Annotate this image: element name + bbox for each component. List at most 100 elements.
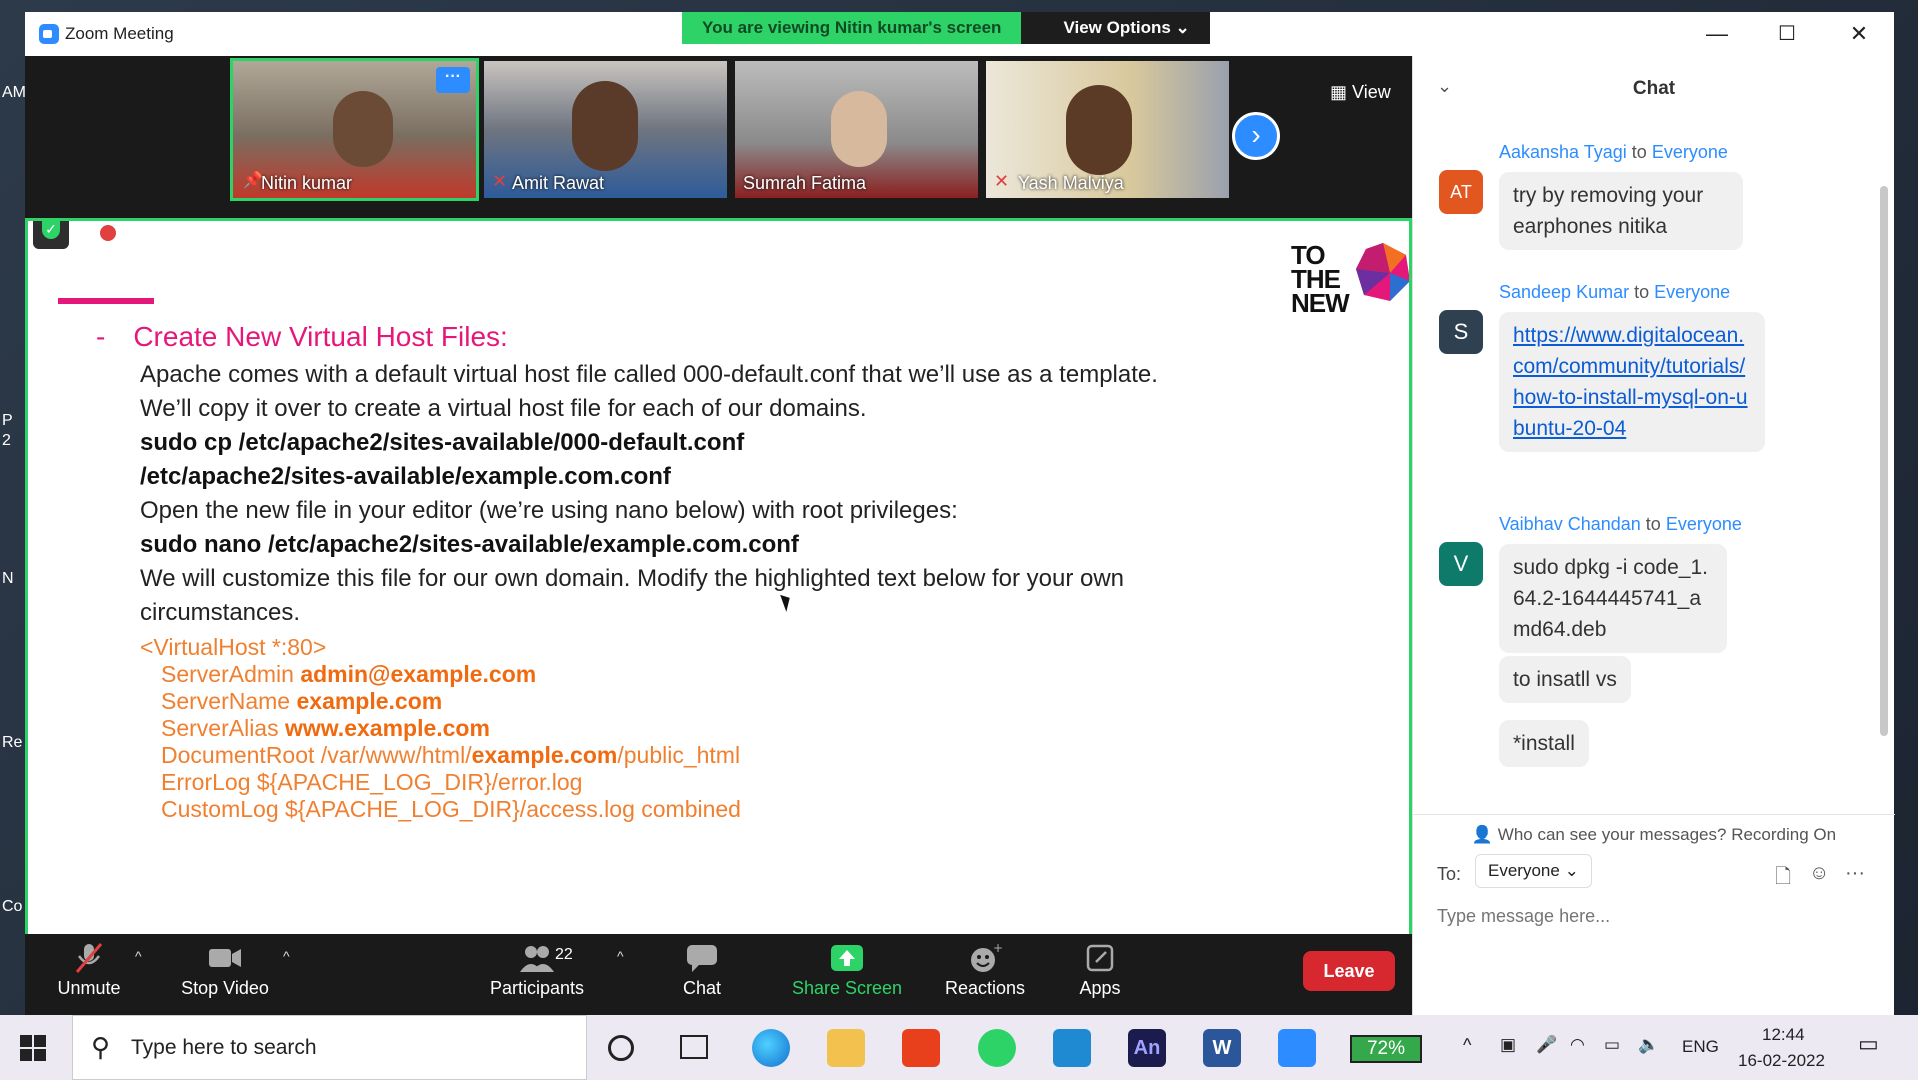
code-line: ServerName example.com	[161, 688, 442, 715]
participant-figure	[1066, 85, 1132, 175]
reactions-button[interactable]: + Reactions	[930, 934, 1040, 1015]
view-options-button[interactable]: View Options ⌄	[1021, 12, 1210, 44]
minimize-button[interactable]: —	[1695, 20, 1739, 48]
language-indicator[interactable]: ENG	[1682, 1037, 1719, 1057]
battery-icon[interactable]: ▭	[1604, 1035, 1620, 1055]
who-can-see-notice[interactable]: 👤 Who can see your messages? Recording O…	[1413, 814, 1895, 845]
chat-message-input[interactable]	[1437, 898, 1877, 934]
video-tile-yash[interactable]: Yash Malviya ✕	[986, 61, 1229, 198]
chat-header: ⌄ Chat	[1413, 56, 1895, 116]
stop-video-button[interactable]: Stop Video	[175, 934, 275, 1015]
task-view-icon[interactable]	[680, 1035, 708, 1059]
leave-button[interactable]: Leave	[1303, 951, 1395, 991]
close-button[interactable]: ✕	[1837, 20, 1881, 48]
audio-options-caret[interactable]: ^	[135, 948, 142, 964]
windows-taskbar: ⚲ Type here to search An W 72% ^ ▣ 🎤 ◠ ▭…	[0, 1015, 1918, 1080]
participants-button[interactable]: Participants	[485, 934, 589, 1015]
muted-microphone-icon	[75, 943, 103, 973]
message-header: Aakansha Tyagi to Everyone	[1499, 142, 1728, 163]
video-options-caret[interactable]: ^	[283, 948, 290, 964]
taskbar-search[interactable]: ⚲ Type here to search	[72, 1015, 587, 1080]
share-screen-button[interactable]: Share Screen	[787, 934, 907, 1015]
cortana-icon[interactable]	[608, 1035, 634, 1061]
message-sender[interactable]: Vaibhav Chandan	[1499, 514, 1641, 534]
view-button[interactable]: ▦ View	[1330, 82, 1391, 103]
tile-name: Nitin kumar	[261, 173, 353, 193]
logo-gem-icon	[1356, 243, 1409, 301]
show-hidden-icons-icon[interactable]: ^	[1463, 1035, 1471, 1056]
clock-date[interactable]: 16-02-2022	[1738, 1051, 1825, 1071]
video-tile-nitin[interactable]: ··· Nitin kumar 📌	[230, 58, 479, 201]
tile-name: Amit Rawat	[512, 173, 605, 193]
chevron-down-icon: ⌄	[1564, 861, 1579, 880]
reactions-label: Reactions	[944, 978, 1026, 998]
more-icon[interactable]: ···	[1845, 862, 1865, 885]
people-icon: 👤	[1471, 825, 1498, 844]
message-recipient: Everyone	[1665, 514, 1742, 534]
muted-mic-icon: ✕	[994, 171, 1010, 191]
code-line: DocumentRoot /var/www/html/example.com/p…	[161, 742, 740, 769]
office-icon[interactable]	[902, 1029, 940, 1067]
whatsapp-icon[interactable]	[978, 1029, 1016, 1067]
apps-button[interactable]: Apps	[1060, 934, 1140, 1015]
video-tile-sumrah[interactable]: Sumrah Fatima	[735, 61, 978, 198]
heading-text: Create New Virtual Host Files:	[133, 321, 508, 352]
more-options-icon[interactable]: ···	[436, 67, 470, 93]
chat-button[interactable]: Chat	[662, 934, 742, 1015]
message-sender[interactable]: Aakansha Tyagi	[1499, 142, 1627, 162]
notification-icon[interactable]: ▭	[1858, 1031, 1879, 1057]
desktop-label: AM	[2, 84, 26, 101]
slide-text-line: Open the new file in your editor (we’re …	[140, 497, 958, 524]
apps-label: Apps	[1079, 978, 1121, 998]
message-sender[interactable]: Sandeep Kumar	[1499, 282, 1629, 302]
next-page-arrow-icon[interactable]: ›	[1232, 112, 1280, 160]
zoom-taskbar-icon[interactable]	[1278, 1029, 1316, 1067]
microphone-icon[interactable]: 🎤	[1536, 1035, 1557, 1055]
message-bubble: to insatll vs	[1499, 656, 1631, 703]
desktop-label: Co	[2, 898, 23, 915]
participant-figure	[831, 91, 887, 167]
volume-icon[interactable]: 🔈	[1638, 1035, 1659, 1055]
meet-now-icon[interactable]: ▣	[1500, 1035, 1516, 1055]
file-explorer-icon[interactable]	[827, 1029, 865, 1067]
video-tile-amit[interactable]: Amit Rawat ✕	[484, 61, 727, 198]
participants-caret[interactable]: ^	[617, 948, 624, 964]
message-recipient: Everyone	[1654, 282, 1731, 302]
view-label: View	[1352, 82, 1391, 102]
zoom-logo-icon	[39, 24, 59, 44]
animate-icon[interactable]: An	[1128, 1029, 1166, 1067]
unmute-button[interactable]: Unmute	[49, 934, 129, 1015]
code-key: DocumentRoot /var/www/html/	[161, 742, 472, 768]
message-bubble: sudo dpkg -i code_1.64.2-1644445741_amd6…	[1499, 544, 1727, 653]
zoom-window: Zoom Meeting — ☐ ✕ You are viewing Nitin…	[25, 12, 1895, 1015]
video-camera-icon	[209, 949, 241, 967]
search-icon: ⚲	[91, 1032, 111, 1062]
chat-scrollbar[interactable]	[1880, 186, 1888, 736]
emoji-icon[interactable]: ☺	[1809, 862, 1829, 885]
file-icon[interactable]: 🗋	[1775, 862, 1791, 896]
unmute-label: Unmute	[57, 978, 121, 998]
code-value: example.com	[471, 742, 618, 768]
word-icon[interactable]: W	[1203, 1029, 1241, 1067]
edge-browser-icon[interactable]	[752, 1029, 790, 1067]
vscode-icon[interactable]	[1053, 1029, 1091, 1067]
wifi-icon[interactable]: ◠	[1570, 1035, 1585, 1055]
security-shield-icon[interactable]	[33, 221, 69, 249]
slide-text-line: circumstances.	[140, 599, 301, 626]
clock-time[interactable]: 12:44	[1762, 1025, 1805, 1045]
chat-label: Chat	[682, 978, 722, 998]
svg-text:+: +	[993, 942, 1003, 955]
slide-text-line: We’ll copy it over to create a virtual h…	[140, 395, 867, 422]
slide-heading: - Create New Virtual Host Files:	[96, 321, 508, 353]
recipient-dropdown[interactable]: Everyone ⌄	[1475, 854, 1592, 888]
windows-start-icon[interactable]	[20, 1035, 46, 1061]
participants-label: Participants	[489, 978, 585, 998]
battery-indicator[interactable]: 72%	[1350, 1035, 1422, 1063]
code-value: www.example.com	[284, 715, 490, 741]
slide-text-line: Apache comes with a default virtual host…	[140, 361, 1158, 388]
shared-screen: TO THE NEW -Create New Virtual Host File…	[25, 218, 1412, 940]
message-link[interactable]: https://www.digitalocean.com/community/t…	[1513, 324, 1748, 440]
maximize-button[interactable]: ☐	[1765, 20, 1809, 48]
code-key: /public_html	[617, 742, 741, 768]
desktop-label: N	[2, 570, 14, 587]
